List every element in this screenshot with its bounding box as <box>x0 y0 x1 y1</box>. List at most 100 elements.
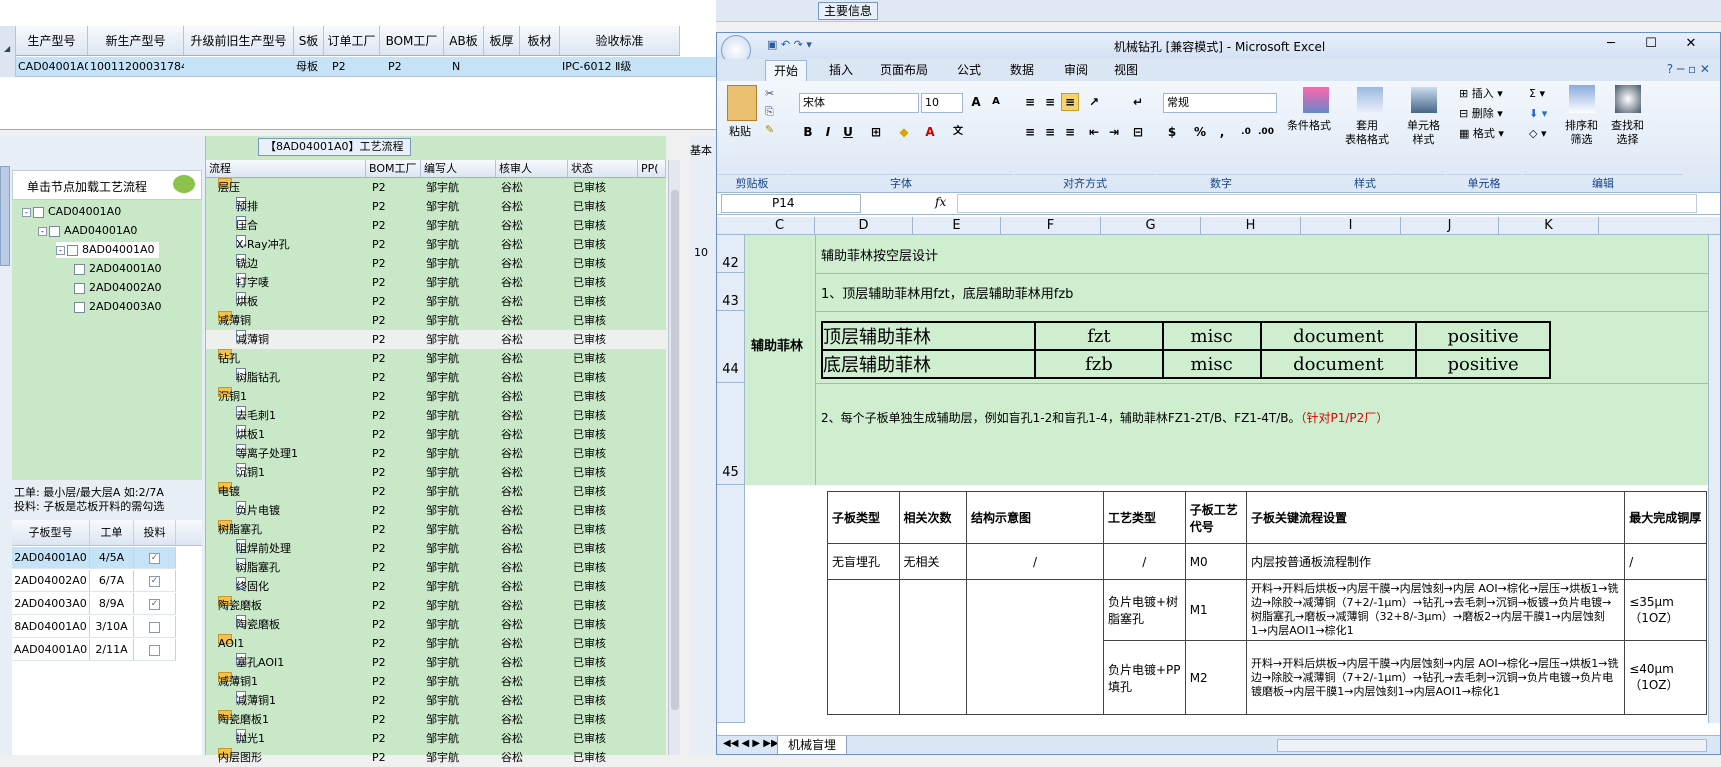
col-e[interactable]: E <box>913 217 1001 235</box>
table-row[interactable]: 2AD04001A0 4/5A ✓ <box>12 547 176 569</box>
fill-color-icon[interactable]: ◆ <box>895 123 913 141</box>
delete-cells-button[interactable]: ⊟ 删除 ▾ <box>1459 107 1503 121</box>
col-header[interactable]: 流程 <box>206 160 366 177</box>
align-left-icon[interactable]: ≡ <box>1021 123 1039 141</box>
row-header[interactable]: 43 <box>717 273 745 311</box>
process-row[interactable]: -层压P2邹宇航谷松已审核 <box>206 178 666 197</box>
scroll-thumb[interactable] <box>671 190 679 710</box>
process-row[interactable]: 减薄铜1 P2 邹宇航 谷松 已审核 <box>206 691 666 710</box>
table-row[interactable]: 2AD04002A0 6/7A ✓ <box>12 570 176 592</box>
col-header[interactable]: 订单工厂 <box>324 26 380 55</box>
formula-input[interactable] <box>957 194 1697 213</box>
col-f[interactable]: F <box>1001 217 1101 235</box>
cell[interactable]: ✓ <box>134 547 176 568</box>
comma-icon[interactable]: , <box>1213 123 1231 141</box>
side-splitter[interactable] <box>0 166 10 266</box>
process-row[interactable]: -减薄铜P2邹宇航谷松已审核 <box>206 311 666 330</box>
italic-icon[interactable]: I <box>819 123 837 141</box>
sort-filter-button[interactable]: 排序和 筛选 <box>1565 119 1598 147</box>
process-row[interactable]: 等离子处理1 P2 邹宇航 谷松 已审核 <box>206 444 666 463</box>
col-header[interactable]: 子板型号 <box>12 520 90 545</box>
process-row[interactable]: -陶瓷磨板1P2邹宇航谷松已审核 <box>206 710 666 729</box>
process-row[interactable]: 减薄铜 P2 邹宇航 谷松 已审核 <box>206 330 666 349</box>
cell[interactable]: ✓ <box>134 593 176 614</box>
cell-style-button[interactable]: 单元格 样式 <box>1407 119 1440 147</box>
col-c[interactable]: C <box>745 217 815 235</box>
sort-filter-icon[interactable] <box>1569 85 1595 113</box>
process-row[interactable]: 沉铜1 P2 邹宇航 谷松 已审核 <box>206 463 666 482</box>
find-select-button[interactable]: 查找和 选择 <box>1611 119 1644 147</box>
tab-insert[interactable]: 插入 <box>829 62 853 78</box>
table-row[interactable]: CAD04001A0 10011200031784 母板 P2 P2 N IPC… <box>16 57 716 77</box>
row-header[interactable] <box>717 485 745 723</box>
sheet-vscroll[interactable] <box>1708 235 1720 723</box>
tab-home[interactable]: 开始 <box>765 60 808 81</box>
autosum-icon[interactable]: Σ ▾ <box>1529 87 1545 101</box>
process-row[interactable]: 烘板 P2 邹宇航 谷松 已审核 <box>206 292 666 311</box>
process-row[interactable]: 阻焊前处理 P2 邹宇航 谷松 已审核 <box>206 539 666 558</box>
insert-cells-button[interactable]: ⊞ 插入 ▾ <box>1459 87 1503 101</box>
process-row[interactable]: 树脂塞孔 P2 邹宇航 谷松 已审核 <box>206 558 666 577</box>
col-header[interactable]: 新生产型号 <box>88 26 184 55</box>
col-k[interactable]: K <box>1499 217 1599 235</box>
col-header[interactable]: S板 <box>294 26 324 55</box>
decrease-indent-icon[interactable]: ⇤ <box>1085 123 1103 141</box>
font-size-combo[interactable]: 10 <box>921 93 963 113</box>
checkbox[interactable]: ✓ <box>149 598 160 610</box>
fill-icon[interactable]: ⬇ ▾ <box>1529 107 1547 121</box>
paste-icon[interactable] <box>727 85 757 121</box>
align-right-icon[interactable]: ≡ <box>1061 123 1079 141</box>
process-row[interactable]: -树脂塞孔P2邹宇航谷松已审核 <box>206 520 666 539</box>
align-bottom-icon[interactable]: ≡ <box>1061 93 1079 111</box>
col-header[interactable]: PP( <box>638 160 666 177</box>
font-name-combo[interactable]: 宋体 <box>799 93 919 113</box>
phonetic-icon[interactable]: 文 <box>949 123 967 141</box>
col-header[interactable]: 核审人 <box>496 160 568 177</box>
process-row[interactable]: 预排 P2 邹宇航 谷松 已审核 <box>206 197 666 216</box>
checkbox[interactable] <box>149 621 160 633</box>
cell[interactable] <box>134 616 176 637</box>
table-row[interactable]: AAD04001A0 2/11A <box>12 639 176 661</box>
process-row[interactable]: -钻孔P2邹宇航谷松已审核 <box>206 349 666 368</box>
horizontal-scrollbar[interactable] <box>1277 739 1707 752</box>
underline-icon[interactable]: U <box>839 123 857 141</box>
worksheet[interactable]: 42 43 44 45 辅助菲林 辅助菲林按空层设计 1、顶层辅助菲林用fzt，… <box>717 235 1720 723</box>
process-row[interactable]: -减薄铜1P2邹宇航谷松已审核 <box>206 672 666 691</box>
tree-node-selected[interactable]: -8AD04001A0 <box>56 242 159 258</box>
align-top-icon[interactable]: ≡ <box>1021 93 1039 111</box>
maximize-icon[interactable]: ☐ <box>1637 36 1665 51</box>
tab-nav-icon[interactable]: ◀◀ ◀ ▶ ▶▶ <box>723 738 779 749</box>
checkbox[interactable] <box>149 644 160 656</box>
tab-formulas[interactable]: 公式 <box>957 62 981 78</box>
process-row[interactable]: 负片电镀 P2 邹宇航 谷松 已审核 <box>206 501 666 520</box>
border-icon[interactable]: ⊞ <box>867 123 885 141</box>
tab-data[interactable]: 数据 <box>1010 62 1034 78</box>
process-row[interactable]: 树脂钻孔 P2 邹宇航 谷松 已审核 <box>206 368 666 387</box>
checkbox[interactable]: ✓ <box>149 575 160 587</box>
cell[interactable] <box>134 639 176 660</box>
tab-view[interactable]: 视图 <box>1114 62 1138 78</box>
format-cells-button[interactable]: ▦ 格式 ▾ <box>1459 127 1504 141</box>
col-header[interactable]: 板厚 <box>484 26 520 55</box>
process-row[interactable]: -电镀P2邹宇航谷松已审核 <box>206 482 666 501</box>
tree-node[interactable]: 2AD04001A0 <box>74 261 162 277</box>
table-row[interactable]: 8AD04001A0 3/10A <box>12 616 176 638</box>
help-icon[interactable]: ? ─ ▫ ✕ <box>1667 62 1710 76</box>
currency-icon[interactable]: $ <box>1163 123 1181 141</box>
row-header[interactable]: 42 <box>717 235 745 273</box>
col-header[interactable]: 工单 <box>90 520 134 545</box>
orientation-icon[interactable]: ↗ <box>1085 93 1103 111</box>
conditional-format-icon[interactable] <box>1303 87 1329 113</box>
grow-font-icon[interactable]: A <box>967 93 985 111</box>
process-row[interactable]: 烘板1 P2 邹宇航 谷松 已审核 <box>206 425 666 444</box>
increase-decimal-icon[interactable]: .0 <box>1237 123 1255 141</box>
col-h[interactable]: H <box>1201 217 1301 235</box>
sheet-tab[interactable]: 机械盲埋 <box>777 736 848 754</box>
align-center-icon[interactable]: ≡ <box>1041 123 1059 141</box>
process-row[interactable]: 铣边 P2 邹宇航 谷松 已审核 <box>206 254 666 273</box>
tab-page-layout[interactable]: 页面布局 <box>880 62 928 78</box>
font-color-icon[interactable]: A <box>921 123 939 141</box>
copy-icon[interactable]: ⎘ <box>765 105 774 119</box>
process-row[interactable]: 打字唛 P2 邹宇航 谷松 已审核 <box>206 273 666 292</box>
process-row[interactable]: 塞孔AOI1 P2 邹宇航 谷松 已审核 <box>206 653 666 672</box>
